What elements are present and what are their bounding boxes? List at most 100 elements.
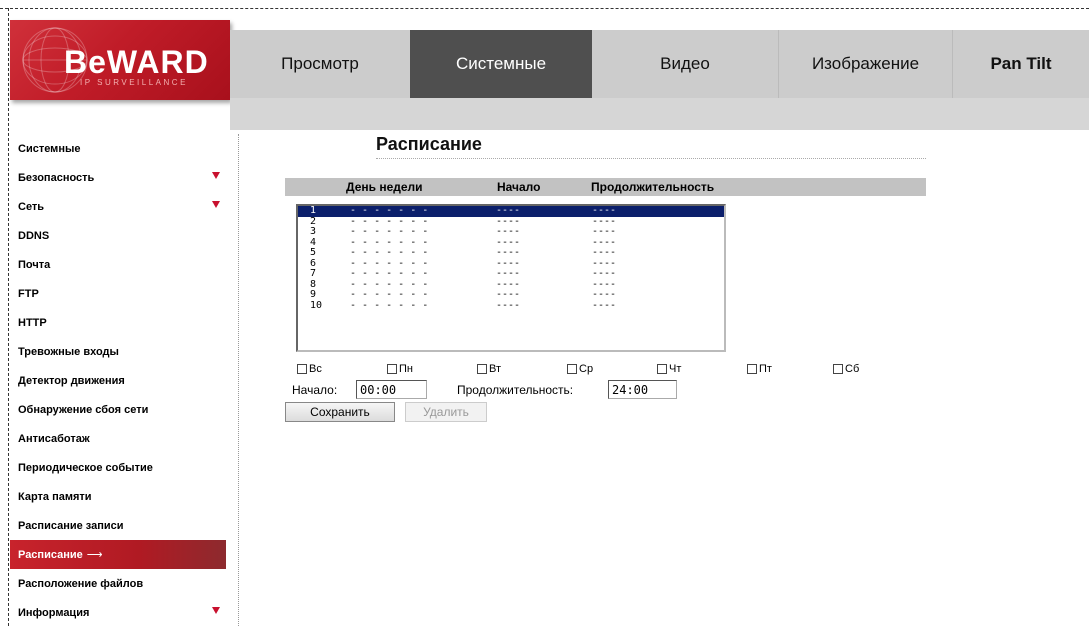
row-duration: ---- xyxy=(592,205,617,216)
weekday-thu[interactable]: Чт xyxy=(657,362,681,376)
right-arrow-icon: ⟶ xyxy=(86,549,103,561)
title-divider xyxy=(376,158,926,159)
schedule-row[interactable]: 5 - - - - - - - ---- ---- xyxy=(298,247,724,259)
sidebar-item-periodic-event[interactable]: Периодическое событие xyxy=(10,453,226,482)
tab-pan-tilt[interactable]: Pan Tilt xyxy=(952,30,1089,98)
row-number: 9 xyxy=(310,289,317,300)
sidebar-item-label: Безопасность xyxy=(18,171,95,184)
sidebar-item-ddns[interactable]: DDNS xyxy=(10,221,226,250)
checkbox[interactable] xyxy=(567,364,577,374)
sidebar-item-label: Тревожные входы xyxy=(18,345,119,358)
row-duration: ---- xyxy=(592,247,617,258)
sidebar-item-label: Расположение файлов xyxy=(18,577,144,590)
sidebar-item-label: Периодическое событие xyxy=(18,461,153,474)
sidebar-item-memory-card[interactable]: Карта памяти xyxy=(10,482,226,511)
checkbox[interactable] xyxy=(387,364,397,374)
row-number: 1 xyxy=(310,205,317,216)
sidebar-item-alarm-inputs[interactable]: Тревожные входы xyxy=(10,337,226,366)
row-duration: ---- xyxy=(592,299,617,311)
row-days: - - - - - - - xyxy=(350,268,429,279)
checkbox[interactable] xyxy=(297,364,307,374)
sidebar-item-network[interactable]: Сеть xyxy=(10,192,226,221)
column-header-weekday: День недели xyxy=(346,180,423,194)
checkbox[interactable] xyxy=(657,364,667,374)
sidebar-item-label: DDNS xyxy=(18,229,50,242)
sidebar-item-label: Почта xyxy=(18,258,51,271)
sidebar-item-system[interactable]: Системные xyxy=(10,134,226,163)
weekday-sun[interactable]: Вс xyxy=(297,362,322,376)
checkbox[interactable] xyxy=(833,364,843,374)
sidebar-divider xyxy=(238,134,239,626)
schedule-row[interactable]: 1 - - - - - - - ---- ---- xyxy=(298,206,724,217)
sidebar-item-label: Обнаружение сбоя сети xyxy=(18,403,149,416)
brand-logo: BeWARD IP SURVEILLANCE xyxy=(10,20,230,100)
page-border-left xyxy=(8,8,9,626)
weekday-label: Ср xyxy=(579,363,594,375)
row-start: ---- xyxy=(496,289,521,300)
schedule-row[interactable]: 7 - - - - - - - ---- ---- xyxy=(298,268,724,280)
weekday-fri[interactable]: Пт xyxy=(747,362,772,376)
row-number: 10 xyxy=(310,299,323,311)
sidebar-item-motion-detector[interactable]: Детектор движения xyxy=(10,366,226,395)
tab-system[interactable]: Системные xyxy=(410,30,592,98)
sidebar-item-mail[interactable]: Почта xyxy=(10,250,226,279)
column-header-start: Начало xyxy=(497,180,541,194)
row-number: 3 xyxy=(310,226,317,237)
row-duration: ---- xyxy=(592,226,617,237)
row-number: 5 xyxy=(310,247,317,258)
save-button[interactable]: Сохранить xyxy=(285,402,395,422)
weekday-wed[interactable]: Ср xyxy=(567,362,593,376)
sidebar-item-schedule[interactable]: Расписание ⟶ xyxy=(10,540,226,569)
tab-video[interactable]: Видео xyxy=(592,30,778,98)
row-start: ---- xyxy=(496,268,521,279)
sidebar-item-network-failure[interactable]: Обнаружение сбоя сети xyxy=(10,395,226,424)
sidebar-item-label: Антисаботаж xyxy=(18,432,90,445)
schedule-row[interactable]: 3 - - - - - - - ---- ---- xyxy=(298,226,724,238)
sidebar-item-information[interactable]: Информация xyxy=(10,598,226,627)
schedule-list[interactable]: 1- - - - - - - ---- ---- 2- - - - - - - ----… xyxy=(296,204,726,352)
weekday-sat[interactable]: Сб xyxy=(833,362,859,376)
sidebar-item-label: HTTP xyxy=(18,316,47,329)
sidebar-item-label: Информация xyxy=(18,606,90,619)
weekday-label: Пн xyxy=(399,363,413,375)
start-time-input[interactable] xyxy=(356,380,427,399)
duration-label: Продолжительность: xyxy=(457,383,574,397)
schedule-row[interactable]: 9 - - - - - - - ---- ---- xyxy=(298,289,724,301)
sidebar-item-label: Детектор движения xyxy=(18,374,125,387)
row-days: - - - - - - - xyxy=(350,226,429,237)
sidebar-item-label: Карта памяти xyxy=(18,490,92,503)
row-start: ---- xyxy=(496,299,521,311)
brand-name: BeWARD xyxy=(64,44,209,80)
weekday-label: Пт xyxy=(759,363,772,375)
sidebar-item-tamper[interactable]: Антисаботаж xyxy=(10,424,226,453)
expand-arrow-icon[interactable] xyxy=(212,607,220,614)
tab-view[interactable]: Просмотр xyxy=(230,30,410,98)
weekday-label: Чт xyxy=(669,363,682,375)
sidebar-item-http[interactable]: HTTP xyxy=(10,308,226,337)
row-days: - - - - - - - xyxy=(350,205,429,216)
weekday-tue[interactable]: Вт xyxy=(477,362,501,376)
sidebar-item-security[interactable]: Безопасность xyxy=(10,163,226,192)
sub-header-strip xyxy=(230,98,1089,130)
row-start: ---- xyxy=(496,226,521,237)
sidebar-item-file-location[interactable]: Расположение файлов xyxy=(10,569,226,598)
row-days: - - - - - - - xyxy=(350,247,429,258)
expand-arrow-icon[interactable] xyxy=(212,172,220,179)
row-start: ---- xyxy=(496,205,521,216)
weekday-mon[interactable]: Пн xyxy=(387,362,413,376)
tab-image[interactable]: Изображение xyxy=(778,30,952,98)
row-duration: ---- xyxy=(592,268,617,279)
delete-button[interactable]: Удалить xyxy=(405,402,487,422)
row-number: 7 xyxy=(310,268,317,279)
expand-arrow-icon[interactable] xyxy=(212,201,220,208)
sidebar-item-recording-schedule[interactable]: Расписание записи xyxy=(10,511,226,540)
duration-input[interactable] xyxy=(608,380,677,399)
schedule-row[interactable]: 10 - - - - - - - ---- ---- xyxy=(298,299,724,312)
checkbox[interactable] xyxy=(477,364,487,374)
sidebar-item-label: Сеть xyxy=(18,200,45,213)
checkbox[interactable] xyxy=(747,364,757,374)
weekday-label: Вс xyxy=(309,363,322,375)
schedule-table-header: День недели Начало Продолжительность xyxy=(285,178,926,196)
sidebar-item-ftp[interactable]: FTP xyxy=(10,279,226,308)
row-start: ---- xyxy=(496,247,521,258)
